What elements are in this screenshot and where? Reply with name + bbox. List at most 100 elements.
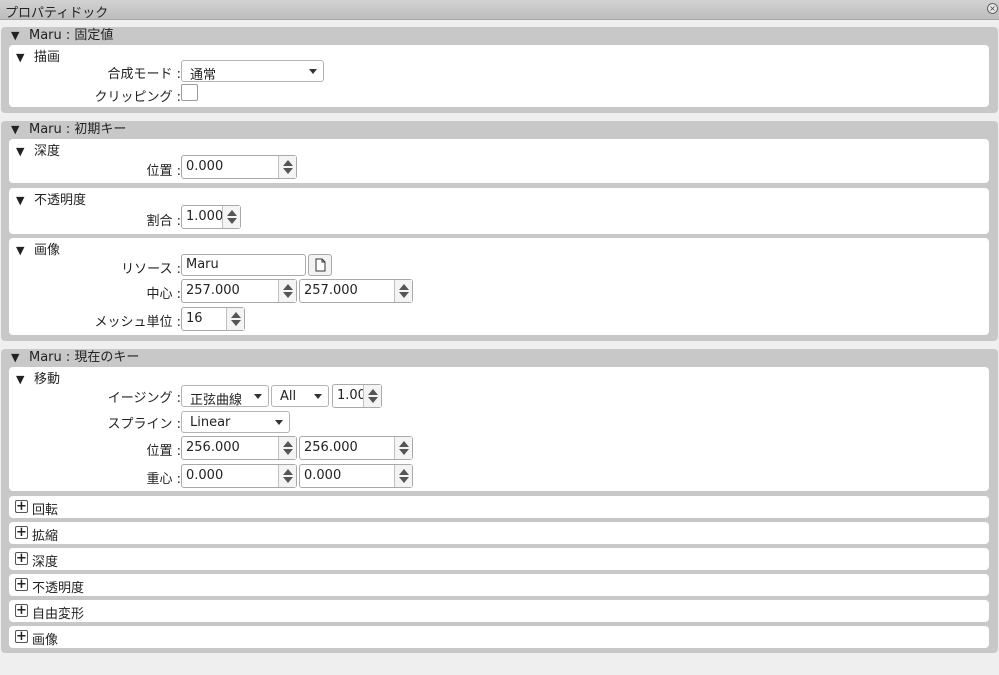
move-center-y-value: 0.000 bbox=[304, 468, 342, 483]
center-label: 中心 : bbox=[146, 287, 181, 302]
spin-buttons[interactable] bbox=[394, 437, 412, 459]
chevron-down-icon bbox=[314, 394, 322, 399]
move-position-y-input[interactable]: 256.000 bbox=[299, 436, 413, 460]
easing-mode-value: All bbox=[280, 389, 297, 404]
panel-opacity: ▼ 不透明度 割合 : 1.000 bbox=[9, 188, 989, 234]
move-center-label: 重心 : bbox=[146, 472, 181, 487]
section-opacity[interactable]: + 不透明度 bbox=[9, 574, 989, 596]
arrow-up-icon[interactable] bbox=[399, 284, 409, 290]
arrow-down-icon[interactable] bbox=[231, 320, 241, 326]
clipping-checkbox[interactable] bbox=[181, 84, 198, 101]
easing-amount-input[interactable]: 1.00 bbox=[332, 384, 382, 408]
arrow-up-icon[interactable] bbox=[283, 441, 293, 447]
group-current-header[interactable]: ▼ Maru : 現在のキー bbox=[11, 349, 139, 367]
move-center-x-input[interactable]: 0.000 bbox=[181, 464, 297, 488]
opacity-rate-input[interactable]: 1.000 bbox=[181, 205, 241, 229]
spin-buttons[interactable] bbox=[278, 156, 296, 178]
center-y-input[interactable]: 257.000 bbox=[299, 279, 413, 303]
panel-depth: ▼ 深度 位置 : 0.000 bbox=[9, 139, 989, 183]
collapse-triangle-icon[interactable]: ▼ bbox=[11, 349, 29, 367]
spin-buttons[interactable] bbox=[278, 437, 296, 459]
expand-plus-icon[interactable]: + bbox=[15, 500, 28, 513]
expand-plus-icon[interactable]: + bbox=[15, 526, 28, 539]
arrow-down-icon[interactable] bbox=[283, 292, 293, 298]
expand-plus-icon[interactable]: + bbox=[15, 552, 28, 565]
arrow-up-icon[interactable] bbox=[231, 312, 241, 318]
mesh-unit-label: メッシュ単位 : bbox=[94, 315, 181, 330]
arrow-down-icon[interactable] bbox=[368, 397, 378, 403]
section-rotation[interactable]: + 回転 bbox=[9, 496, 989, 518]
panel-depth-title: 深度 bbox=[34, 144, 61, 159]
easing-select[interactable]: 正弦曲線 bbox=[181, 385, 269, 408]
center-x-value: 257.000 bbox=[186, 283, 240, 298]
arrow-up-icon[interactable] bbox=[227, 210, 237, 216]
arrow-up-icon[interactable] bbox=[283, 160, 293, 166]
arrow-up-icon[interactable] bbox=[399, 469, 409, 475]
section-opacity-label: 不透明度 bbox=[32, 581, 85, 596]
collapse-triangle-icon[interactable]: ▼ bbox=[16, 244, 34, 257]
section-free-transform-label: 自由変形 bbox=[32, 607, 85, 622]
arrow-down-icon[interactable] bbox=[283, 168, 293, 174]
spin-buttons[interactable] bbox=[394, 280, 412, 302]
expand-plus-icon[interactable]: + bbox=[15, 578, 28, 591]
arrow-down-icon[interactable] bbox=[283, 477, 293, 483]
collapse-triangle-icon[interactable]: ▼ bbox=[16, 194, 34, 207]
panel-move: ▼ 移動 イージング : 正弦曲線 All 1.00 スプライン : Linear… bbox=[9, 367, 989, 491]
panel-depth-header[interactable]: ▼ 深度 bbox=[16, 140, 60, 159]
section-scale-label: 拡縮 bbox=[32, 529, 59, 544]
section-scale[interactable]: + 拡縮 bbox=[9, 522, 989, 544]
section-image[interactable]: + 画像 bbox=[9, 626, 989, 648]
depth-position-label: 位置 : bbox=[146, 164, 181, 179]
move-center-y-input[interactable]: 0.000 bbox=[299, 464, 413, 488]
mesh-unit-input[interactable]: 16 bbox=[181, 307, 245, 331]
blend-mode-select[interactable]: 通常 bbox=[181, 60, 324, 83]
arrow-up-icon[interactable] bbox=[283, 469, 293, 475]
group-fixed-header[interactable]: ▼ Maru : 固定値 bbox=[11, 27, 113, 45]
collapse-triangle-icon[interactable]: ▼ bbox=[11, 27, 29, 45]
dock-title: プロパティドック bbox=[5, 6, 109, 21]
spin-buttons[interactable] bbox=[363, 385, 381, 407]
easing-mode-select[interactable]: All bbox=[271, 385, 329, 407]
arrow-down-icon[interactable] bbox=[399, 449, 409, 455]
group-initial-header[interactable]: ▼ Maru : 初期キー bbox=[11, 121, 126, 139]
spin-buttons[interactable] bbox=[222, 206, 240, 228]
arrow-down-icon[interactable] bbox=[283, 449, 293, 455]
collapse-triangle-icon[interactable]: ▼ bbox=[11, 121, 29, 139]
resource-value: Maru bbox=[186, 257, 219, 272]
move-center-x-value: 0.000 bbox=[186, 468, 224, 483]
panel-image-header[interactable]: ▼ 画像 bbox=[16, 239, 60, 258]
arrow-up-icon[interactable] bbox=[283, 284, 293, 290]
move-position-x-input[interactable]: 256.000 bbox=[181, 436, 297, 460]
section-free-transform[interactable]: + 自由変形 bbox=[9, 600, 989, 622]
spin-buttons[interactable] bbox=[278, 280, 296, 302]
arrow-up-icon[interactable] bbox=[368, 389, 378, 395]
clipping-label: クリッピング : bbox=[94, 90, 181, 105]
section-depth[interactable]: + 深度 bbox=[9, 548, 989, 570]
spin-buttons[interactable] bbox=[278, 465, 296, 487]
group-initial-title: Maru : 初期キー bbox=[29, 122, 127, 137]
close-icon[interactable]: × bbox=[987, 3, 998, 14]
easing-label: イージング : bbox=[107, 391, 181, 406]
panel-move-header[interactable]: ▼ 移動 bbox=[16, 368, 60, 387]
resource-file-button[interactable] bbox=[308, 254, 332, 276]
arrow-up-icon[interactable] bbox=[399, 441, 409, 447]
spin-buttons[interactable] bbox=[394, 465, 412, 487]
move-position-label: 位置 : bbox=[146, 444, 181, 459]
arrow-down-icon[interactable] bbox=[399, 292, 409, 298]
group-current-title: Maru : 現在のキー bbox=[29, 350, 140, 365]
resource-input[interactable]: Maru bbox=[181, 254, 306, 276]
spin-buttons[interactable] bbox=[226, 308, 244, 330]
panel-opacity-header[interactable]: ▼ 不透明度 bbox=[16, 189, 86, 208]
depth-position-input[interactable]: 0.000 bbox=[181, 155, 297, 179]
chevron-down-icon bbox=[254, 394, 262, 399]
move-position-x-value: 256.000 bbox=[186, 440, 240, 455]
arrow-down-icon[interactable] bbox=[227, 218, 237, 224]
expand-plus-icon[interactable]: + bbox=[15, 604, 28, 617]
spline-select[interactable]: Linear bbox=[181, 411, 290, 433]
arrow-down-icon[interactable] bbox=[399, 477, 409, 483]
center-x-input[interactable]: 257.000 bbox=[181, 279, 297, 303]
collapse-triangle-icon[interactable]: ▼ bbox=[16, 373, 34, 386]
expand-plus-icon[interactable]: + bbox=[15, 630, 28, 643]
collapse-triangle-icon[interactable]: ▼ bbox=[16, 145, 34, 158]
dock-titlebar: プロパティドック × bbox=[0, 0, 999, 21]
